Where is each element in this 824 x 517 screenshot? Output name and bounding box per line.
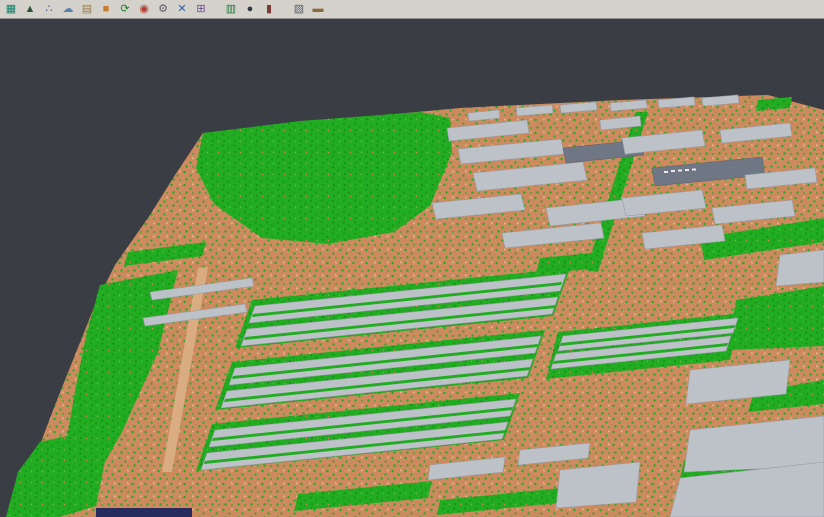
orange-box-icon[interactable]: ■: [98, 2, 114, 17]
dark-globe-icon[interactable]: ●: [242, 2, 258, 17]
vegetation-patch: [6, 426, 112, 517]
building-roof: [776, 250, 824, 286]
red-target-icon[interactable]: ◉: [136, 2, 152, 17]
building-roof: [556, 462, 640, 508]
roof-mark: [685, 169, 689, 171]
purple-frame-icon[interactable]: ⊞: [193, 2, 209, 17]
roof-mark: [678, 170, 682, 172]
cloud-icon[interactable]: ☁: [60, 2, 76, 17]
green-refresh-icon[interactable]: ⟳: [117, 2, 133, 17]
gray-panel-icon[interactable]: ▧: [291, 2, 307, 17]
gear-icon[interactable]: ⚙: [155, 2, 171, 17]
tan-doc-icon[interactable]: ▬: [310, 2, 326, 17]
roof-mark: [664, 171, 668, 173]
point-cloud-render: [0, 0, 824, 517]
roof-mark: [692, 169, 696, 171]
application-window: ▦▲∴☁▤■⟳◉⚙✕⊞ ▥●▮ ▧▬: [0, 0, 824, 517]
bottom-blue-strip: [96, 508, 192, 517]
beige-layers-icon[interactable]: ▤: [79, 2, 95, 17]
viewport-3d[interactable]: [0, 0, 824, 517]
green-table-icon[interactable]: ▥: [223, 2, 239, 17]
blue-cross-icon[interactable]: ✕: [174, 2, 190, 17]
toolbar: ▦▲∴☁▤■⟳◉⚙✕⊞ ▥●▮ ▧▬: [0, 0, 824, 19]
blue-points-icon[interactable]: ∴: [41, 2, 57, 17]
roof-mark: [671, 170, 675, 172]
teal-grid-icon[interactable]: ▦: [3, 2, 19, 17]
dark-mountain-icon[interactable]: ▲: [22, 2, 38, 17]
maroon-chart-icon[interactable]: ▮: [261, 2, 277, 17]
